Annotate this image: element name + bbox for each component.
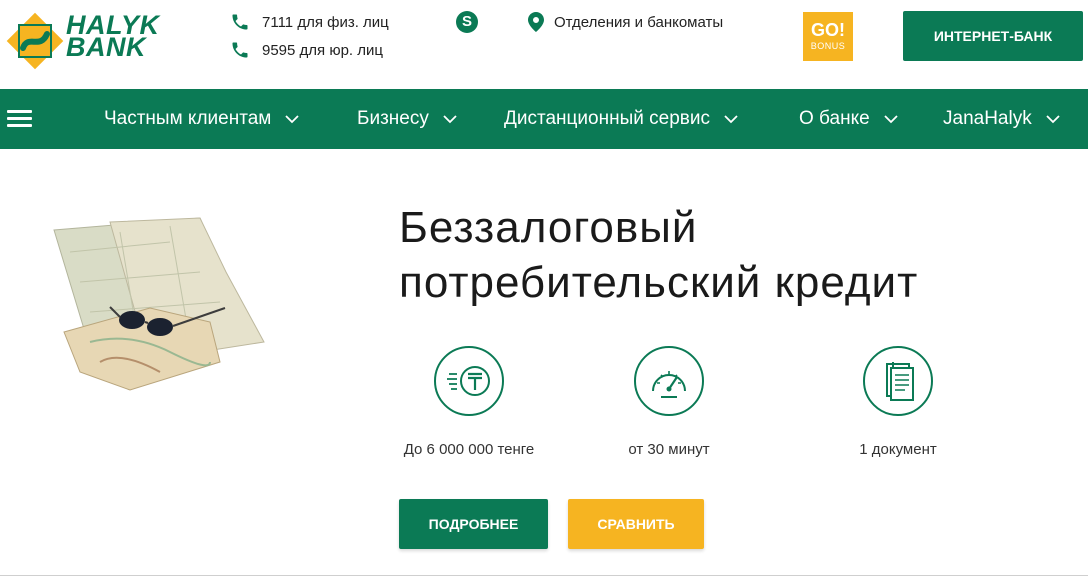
go-bonus-badge[interactable]: GO! BONUS: [803, 12, 853, 61]
more-details-button[interactable]: ПОДРОБНЕЕ: [399, 499, 548, 549]
speedometer-icon: [652, 371, 686, 398]
phone-label: для физ. лиц: [297, 13, 389, 31]
feature-icon-circle: [634, 346, 704, 416]
top-header: HALYK BANK 7111 для физ. лиц 9595 для юр…: [0, 0, 1088, 89]
nav-item-janahalyk[interactable]: JanaHalyk: [943, 89, 1060, 149]
tenge-coin-icon: [447, 366, 490, 396]
hero-title: Беззалоговый потребительский кредит: [399, 200, 1059, 310]
nav-item-label: Дистанционный сервис: [504, 108, 710, 129]
hero-title-line2: потребительский кредит: [399, 258, 919, 307]
phone-icon: [232, 14, 248, 30]
nav-item-remote-service[interactable]: Дистанционный сервис: [504, 89, 738, 149]
internet-bank-button[interactable]: ИНТЕРНЕТ-БАНК: [903, 11, 1083, 61]
nav-item-business[interactable]: Бизнесу: [357, 89, 457, 149]
feature-speed: от 30 минут: [589, 346, 749, 458]
go-bonus-line1: GO!: [811, 20, 845, 40]
feature-label: До 6 000 000 тенге: [403, 441, 535, 458]
compare-button[interactable]: СРАВНИТЬ: [568, 499, 704, 549]
nav-item-label: О банке: [799, 108, 870, 129]
branches-label: Отделения и банкоматы: [554, 13, 724, 31]
feature-icon-circle: [434, 346, 504, 416]
feature-icon-circle: [863, 346, 933, 416]
hamburger-icon[interactable]: [7, 110, 32, 128]
phone-number: 7111: [262, 13, 294, 31]
phone-icon: [232, 42, 248, 58]
chevron-down-icon: [724, 114, 738, 123]
logo-emblem-icon: [6, 12, 64, 70]
feature-documents: 1 документ: [818, 346, 978, 458]
feature-label: от 30 минут: [628, 441, 710, 458]
feature-label: 1 документ: [859, 441, 937, 458]
chevron-down-icon: [285, 114, 299, 123]
main-nav: Частным клиентам Бизнесу Дистанционный с…: [0, 89, 1088, 149]
maps-and-sunglasses-illustration: [53, 217, 265, 391]
go-bonus-line2: BONUS: [810, 41, 846, 51]
phone-text: 7111 для физ. лиц: [262, 14, 389, 31]
bottom-divider: [0, 575, 1088, 576]
nav-item-about-bank[interactable]: О банке: [799, 89, 898, 149]
nav-item-label: JanaHalyk: [943, 108, 1032, 129]
map-pin-icon: [528, 12, 544, 32]
nav-item-private-clients[interactable]: Частным клиентам: [104, 89, 299, 149]
nav-item-label: Бизнесу: [357, 108, 429, 129]
chevron-down-icon: [443, 114, 457, 123]
nav-item-label: Частным клиентам: [104, 108, 272, 129]
phone-legal-entities[interactable]: 9595 для юр. лиц: [230, 40, 383, 60]
logo-text: HALYK BANK: [66, 12, 160, 62]
halyk-bank-logo[interactable]: HALYK BANK: [6, 12, 176, 70]
phone-label: для юр. лиц: [299, 41, 383, 59]
feature-amount: До 6 000 000 тенге: [389, 346, 549, 458]
logo-line2: BANK: [66, 32, 146, 62]
hero-title-line1: Беззалоговый: [399, 203, 698, 252]
phone-number: 9595: [262, 41, 296, 59]
chevron-down-icon: [1046, 114, 1060, 123]
phone-individuals[interactable]: 7111 для физ. лиц: [230, 12, 389, 32]
phone-text: 9595 для юр. лиц: [262, 42, 383, 59]
branches-link[interactable]: Отделения и банкоматы: [528, 12, 723, 32]
document-icon: [886, 362, 914, 401]
chevron-down-icon: [884, 114, 898, 123]
skype-icon[interactable]: S: [456, 11, 478, 33]
